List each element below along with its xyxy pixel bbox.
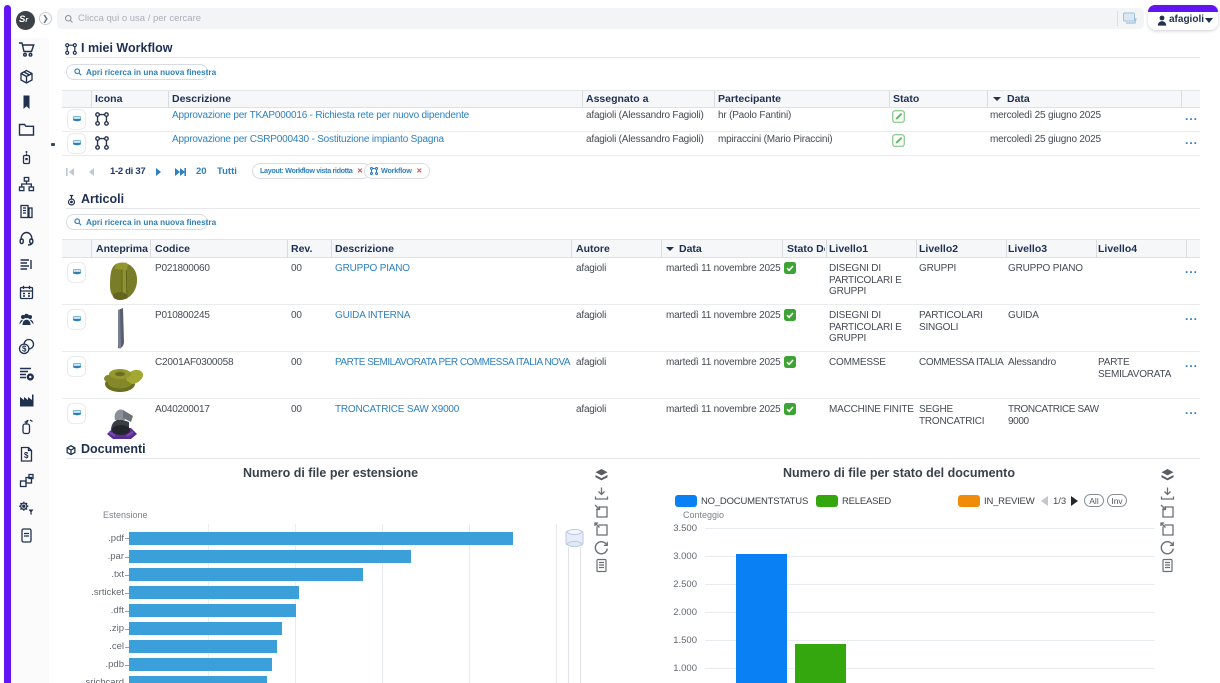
svg-text:$: $ bbox=[24, 451, 29, 460]
svg-text:$: $ bbox=[22, 345, 27, 354]
